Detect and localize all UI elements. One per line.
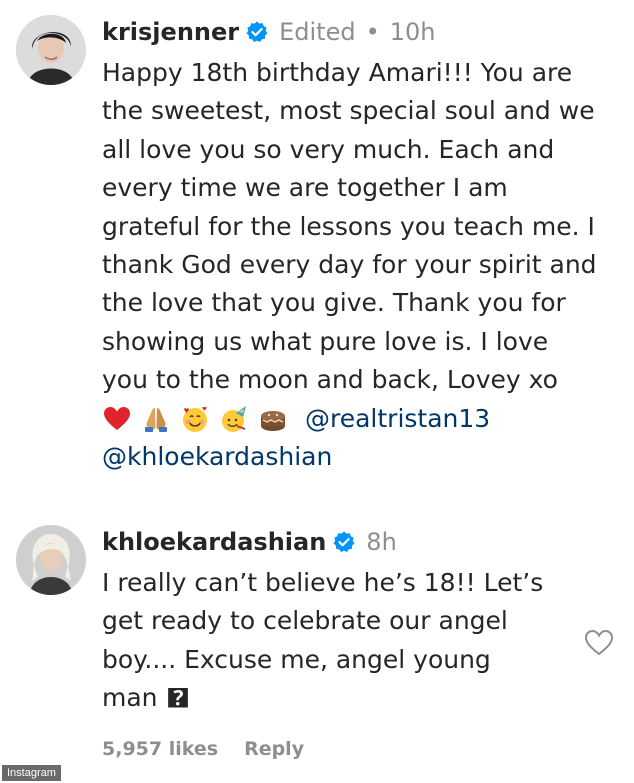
avatar-image xyxy=(16,525,86,595)
smiling-face-with-hearts-emoji-icon xyxy=(180,404,210,434)
comment-line: showing us what pure love is. I love xyxy=(102,326,549,356)
comment-line: thank God every day for your spirit and xyxy=(102,249,597,279)
folded-hands-emoji-icon xyxy=(141,404,171,434)
reply-button[interactable]: Reply xyxy=(244,738,304,760)
username[interactable]: krisjenner xyxy=(102,12,239,52)
comment-line: Happy 18th birthday Amari!!! You are xyxy=(102,58,573,87)
username[interactable]: khloekardashian xyxy=(102,522,326,562)
mention-link[interactable]: @khloekardashian xyxy=(102,438,612,476)
comment-line: man 🯄 xyxy=(102,683,191,713)
comment-line: all love you so very much. Each and xyxy=(102,134,555,164)
verified-badge-icon xyxy=(332,530,356,554)
comment-line: you to the moon and back, Lovey xo xyxy=(102,365,558,395)
edited-label: Edited xyxy=(279,18,356,46)
comment-line: grateful for the lessons you teach me. I xyxy=(102,211,595,241)
emoji-mention-row: @realtristan13 xyxy=(102,400,612,438)
comment-line: get ready to celebrate our angel xyxy=(102,606,508,636)
mention-link[interactable]: @realtristan13 xyxy=(305,400,490,438)
comment-actions: 5,957 likes Reply xyxy=(102,738,304,760)
comment-line: every time we are together I am xyxy=(102,173,508,203)
comment-header: krisjenner Edited • 10h xyxy=(102,12,612,52)
red-heart-emoji-icon xyxy=(102,404,132,434)
avatar-khloekardashian[interactable] xyxy=(16,525,86,595)
instagram-watermark: Instagram xyxy=(2,765,61,781)
comment-line: I really can’t believe he’s 18!! Let’s xyxy=(102,568,544,597)
comment-line: boy.... Excuse me, angel young xyxy=(102,644,491,674)
comment-body: krisjenner Edited • 10h Happy 18th birth… xyxy=(102,12,612,476)
comment-text: Happy 18th birthday Amari!!! You are the… xyxy=(102,54,612,476)
comment-line: the sweetest, most special soul and we xyxy=(102,96,595,126)
avatar-image xyxy=(16,15,86,85)
timestamp[interactable]: 8h xyxy=(366,522,396,562)
comment-line: the love that you give. Thank you for xyxy=(102,288,566,318)
avatar-krisjenner[interactable] xyxy=(16,15,86,85)
like-heart-icon[interactable] xyxy=(583,627,615,659)
timestamp[interactable]: 10h xyxy=(390,12,436,52)
verified-badge-icon xyxy=(245,20,269,44)
likes-count[interactable]: 5,957 likes xyxy=(102,738,218,760)
comment-body: khloekardashian 8h I really can’t believ… xyxy=(102,522,612,718)
birthday-cake-emoji-icon xyxy=(258,404,288,434)
face-with-party-hat-emoji-icon xyxy=(219,404,249,434)
comment-text: I really can’t believe he’s 18!! Let’s g… xyxy=(102,564,612,718)
separator-dot: • xyxy=(365,18,380,46)
comment-header: khloekardashian 8h xyxy=(102,522,612,562)
